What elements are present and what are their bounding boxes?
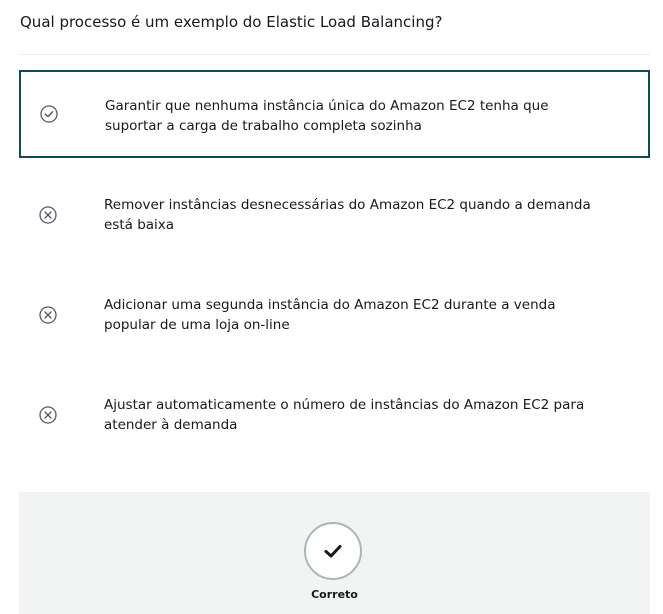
result-label: Correto xyxy=(311,588,358,601)
answer-option-label: Garantir que nenhuma instância única do … xyxy=(105,98,549,134)
checkmark-icon xyxy=(324,545,342,558)
answer-option-2[interactable]: Remover instâncias desnecessárias do Ama… xyxy=(19,170,650,258)
answer-option-label: Adicionar uma segunda instância do Amazo… xyxy=(104,297,556,333)
answer-option-4[interactable]: Ajustar automaticamente o número de inst… xyxy=(19,370,650,458)
x-circle-icon xyxy=(39,306,57,324)
answer-option-label: Ajustar automaticamente o número de inst… xyxy=(104,397,585,433)
check-circle-icon xyxy=(40,105,58,123)
question-divider xyxy=(20,54,650,55)
x-circle-icon xyxy=(39,206,57,224)
answer-option-label: Remover instâncias desnecessárias do Ama… xyxy=(104,197,591,233)
answer-option-3[interactable]: Adicionar uma segunda instância do Amazo… xyxy=(19,270,650,358)
x-circle-icon xyxy=(39,406,57,424)
answer-option-1[interactable]: Garantir que nenhuma instância única do … xyxy=(19,70,650,158)
question-text: Qual processo é um exemplo do Elastic Lo… xyxy=(20,13,443,31)
result-panel: Correto xyxy=(19,492,650,614)
result-status-badge xyxy=(304,522,362,580)
